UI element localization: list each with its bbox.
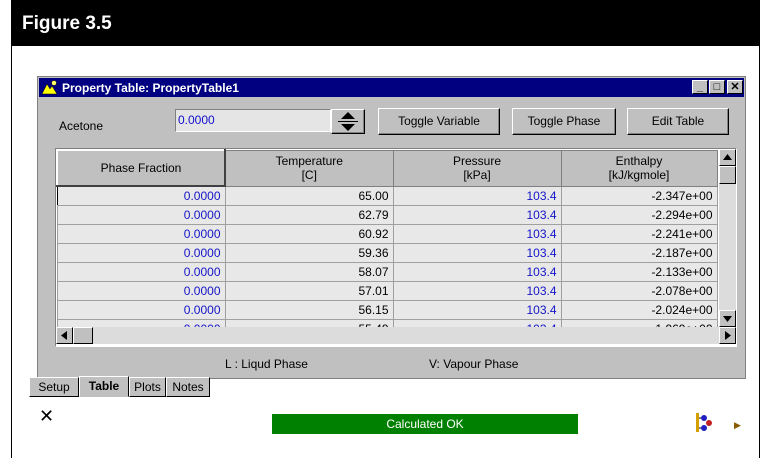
close-icon: ✕	[730, 81, 740, 93]
property-table-window: Property Table: PropertyTable1 _ □ ✕ Ace…	[37, 76, 746, 379]
arrow-left-icon	[61, 331, 67, 340]
component-label: Acetone	[59, 119, 104, 133]
cell-pressure[interactable]: 103.4	[392, 280, 562, 301]
cell-temperature[interactable]: 59.36	[224, 242, 394, 263]
column-header-unit: [kJ/kgmole]	[608, 168, 670, 182]
cell-temperature[interactable]: 56.15	[224, 299, 394, 320]
column-header-label: Phase Fraction	[100, 161, 182, 175]
component-value-field[interactable]: 0.0000	[175, 109, 331, 132]
property-table: Phase Fraction Temperature [C] Pressure …	[56, 149, 718, 339]
maximize-button[interactable]: □	[709, 80, 725, 94]
window-title: Property Table: PropertyTable1	[62, 81, 239, 95]
arrow-right-icon	[725, 331, 731, 340]
flowsheet-icon[interactable]	[694, 412, 716, 439]
cell-temperature[interactable]: 58.07	[224, 261, 394, 282]
legend-liquid-phase: L : Liqud Phase	[225, 357, 308, 371]
tab-notes[interactable]: Notes	[166, 377, 210, 397]
figure-label: Figure 3.5	[22, 13, 112, 34]
vertical-scroll-thumb[interactable]	[719, 166, 736, 184]
column-header-temperature[interactable]: Temperature [C]	[224, 149, 394, 187]
cell-phase-fraction[interactable]: 0.0000	[56, 299, 226, 320]
close-button[interactable]: ✕	[727, 80, 743, 94]
cell-pressure[interactable]: 103.4	[392, 185, 562, 206]
cell-phase-fraction[interactable]: 0.0000	[56, 280, 226, 301]
horizontal-scroll-thumb[interactable]	[73, 327, 93, 344]
column-header-enthalpy[interactable]: Enthalpy [kJ/kgmole]	[560, 149, 718, 187]
cell-pressure[interactable]: 103.4	[392, 299, 562, 320]
cell-temperature[interactable]: 65.00	[224, 185, 394, 206]
table-row: 0.0000 56.15 103.4 -2.024e+00	[56, 299, 718, 320]
window-app-icon	[41, 80, 59, 98]
cell-phase-fraction[interactable]: 0.0000	[56, 204, 226, 225]
minimize-button[interactable]: _	[692, 80, 708, 94]
legend-vapour-phase: V: Vapour Phase	[429, 357, 519, 371]
column-header-pressure[interactable]: Pressure [kPa]	[392, 149, 562, 187]
cell-enthalpy[interactable]: -2.078e+00	[560, 280, 718, 301]
column-header-unit: [C]	[301, 168, 317, 182]
cell-temperature[interactable]: 60.92	[224, 223, 394, 244]
toggle-phase-button[interactable]: Toggle Phase	[512, 108, 616, 135]
column-header-label: Pressure	[452, 154, 502, 168]
table-row: 0.0000 57.01 103.4 -2.078e+00	[56, 280, 718, 301]
column-header-phase-fraction[interactable]: Phase Fraction	[56, 149, 226, 187]
column-header-label: Temperature	[275, 154, 343, 168]
table-row: 0.0000 58.07 103.4 -2.133e+00	[56, 261, 718, 282]
cell-phase-fraction[interactable]: 0.0000	[56, 185, 226, 206]
scroll-up-button[interactable]	[719, 149, 736, 166]
maximize-icon: □	[713, 81, 721, 93]
cell-pressure[interactable]: 103.4	[392, 223, 562, 244]
window-titlebar[interactable]: Property Table: PropertyTable1 _ □ ✕	[39, 78, 744, 97]
property-grid: Phase Fraction Temperature [C] Pressure …	[55, 148, 737, 347]
cell-temperature[interactable]: 57.01	[224, 280, 394, 301]
column-header-unit: [kPa]	[463, 168, 491, 182]
vertical-scrollbar[interactable]	[719, 149, 736, 327]
figure-header: Figure 3.5	[11, 0, 760, 46]
cell-pressure[interactable]: 103.4	[392, 204, 562, 225]
cell-enthalpy[interactable]: -2.241e+00	[560, 223, 718, 244]
table-row: 0.0000 59.36 103.4 -2.187e+00	[56, 242, 718, 263]
scroll-left-button[interactable]	[56, 327, 73, 344]
table-row: 0.0000 62.79 103.4 -2.294e+00	[56, 204, 718, 225]
edit-table-button[interactable]: Edit Table	[627, 108, 729, 135]
cell-phase-fraction[interactable]: 0.0000	[56, 242, 226, 263]
cell-temperature[interactable]: 62.79	[224, 204, 394, 225]
cell-phase-fraction[interactable]: 0.0000	[56, 261, 226, 282]
delete-x-icon[interactable]: ✕	[39, 406, 54, 427]
minimize-icon: _	[696, 81, 704, 93]
cell-enthalpy[interactable]: -2.294e+00	[560, 204, 718, 225]
arrow-right-icon[interactable]: ▶	[734, 420, 741, 431]
spin-button[interactable]	[331, 109, 365, 134]
horizontal-scrollbar[interactable]	[56, 327, 736, 344]
spin-arrows-icon	[338, 112, 358, 131]
toggle-variable-button[interactable]: Toggle Variable	[378, 108, 500, 135]
cell-enthalpy[interactable]: -2.347e+00	[560, 185, 718, 206]
cell-enthalpy[interactable]: -2.187e+00	[560, 242, 718, 263]
arrow-down-icon	[723, 316, 732, 322]
tab-table[interactable]: Table	[79, 376, 129, 397]
scroll-down-button[interactable]	[719, 310, 736, 327]
cell-enthalpy[interactable]: -2.133e+00	[560, 261, 718, 282]
column-header-label: Enthalpy	[615, 154, 663, 168]
status-bar: Calculated OK	[272, 414, 578, 434]
tab-setup[interactable]: Setup	[29, 377, 79, 397]
cell-pressure[interactable]: 103.4	[392, 261, 562, 282]
cell-phase-fraction[interactable]: 0.0000	[56, 223, 226, 244]
scroll-right-button[interactable]	[719, 327, 736, 344]
arrow-up-icon	[723, 154, 732, 160]
cell-enthalpy[interactable]: -2.024e+00	[560, 299, 718, 320]
tab-plots[interactable]: Plots	[129, 377, 166, 397]
table-row: 0.0000 60.92 103.4 -2.241e+00	[56, 223, 718, 244]
cell-pressure[interactable]: 103.4	[392, 242, 562, 263]
table-header-row: Phase Fraction Temperature [C] Pressure …	[56, 149, 718, 187]
table-row: 0.0000 65.00 103.4 -2.347e+00	[56, 185, 718, 206]
